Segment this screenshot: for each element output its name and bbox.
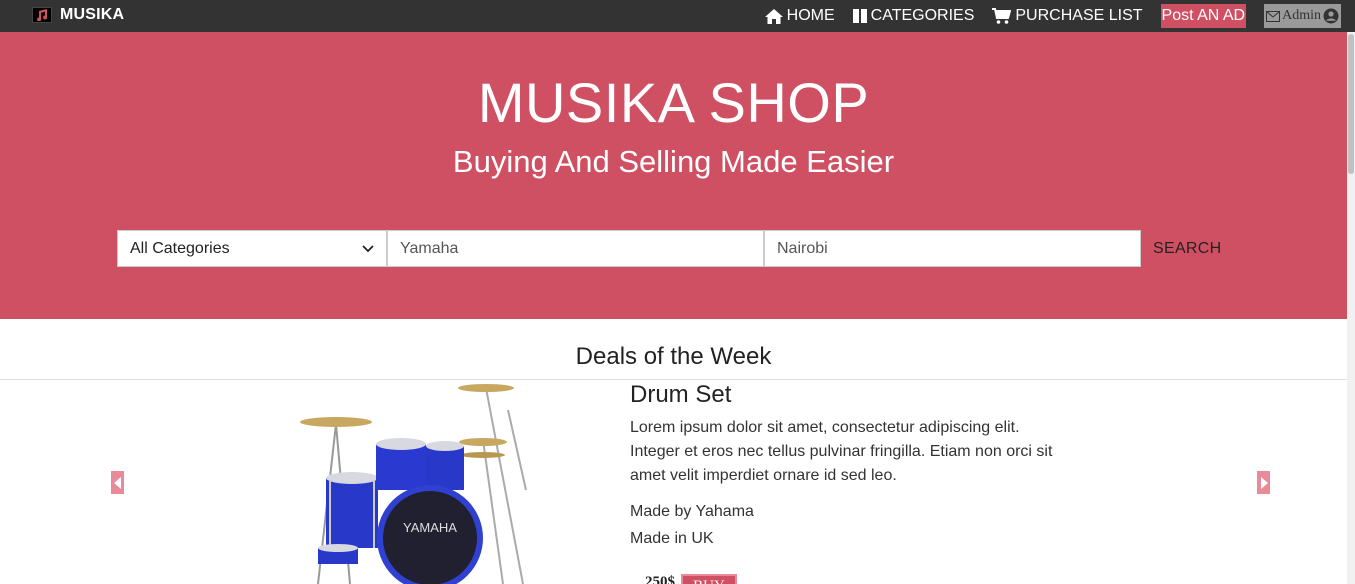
scrollbar-thumb[interactable] <box>1348 34 1354 174</box>
nav-purchase-list[interactable]: PURCHASE LIST <box>992 7 1143 25</box>
product-title: Drum Set <box>630 381 732 408</box>
product-price: 250$ <box>645 574 675 584</box>
home-icon <box>764 8 783 24</box>
columns-icon <box>852 9 867 23</box>
search-button[interactable]: SEARCH <box>1141 230 1233 267</box>
brand-name: MUSIKA <box>60 6 125 23</box>
nav-categories[interactable]: CATEGORIES <box>852 7 975 25</box>
page-scrollbar[interactable] <box>1347 32 1355 584</box>
user-circle-icon <box>1323 8 1339 24</box>
cart-icon <box>992 8 1012 24</box>
product-description: Lorem ipsum dolor sit amet, consectetur … <box>630 419 1053 484</box>
search-bar: All Categories Yamaha Nairobi SEARCH <box>117 230 1233 267</box>
location-input[interactable]: Nairobi <box>764 230 1141 267</box>
product-image-drum-set[interactable]: YAMAHA <box>278 380 540 584</box>
keyword-placeholder: Yamaha <box>400 239 459 257</box>
music-note-icon <box>32 7 52 23</box>
nav-home-label: HOME <box>786 7 835 24</box>
admin-menu[interactable]: Admin <box>1264 4 1341 28</box>
buy-button[interactable]: BUY <box>681 574 737 584</box>
hero-subtitle: Buying And Selling Made Easier <box>452 144 895 179</box>
brand[interactable]: MUSIKA <box>32 6 124 24</box>
hero-title: MUSIKA SHOP <box>477 71 870 134</box>
nav-categories-label: CATEGORIES <box>870 7 975 24</box>
carousel-prev-button[interactable] <box>111 471 124 494</box>
top-navbar: MUSIKA HOME CATEGORIES PURCHASE LIST Pos… <box>0 0 1355 32</box>
carousel-next-button[interactable] <box>1257 471 1270 494</box>
admin-label: Admin <box>1282 8 1321 23</box>
svg-text:YAMAHA: YAMAHA <box>403 520 457 535</box>
nav-purchase-list-label: PURCHASE LIST <box>1015 7 1143 24</box>
location-placeholder: Nairobi <box>777 239 828 257</box>
deals-heading: Deals of the Week <box>575 343 772 370</box>
divider <box>0 379 1347 380</box>
envelope-icon <box>1266 10 1281 22</box>
chevron-right-icon <box>1260 476 1268 489</box>
category-select[interactable]: All Categories <box>117 230 387 267</box>
hero-banner: MUSIKA SHOP Buying And Selling Made Easi… <box>0 32 1347 319</box>
nav-home[interactable]: HOME <box>764 7 835 25</box>
keyword-input[interactable]: Yamaha <box>387 230 764 267</box>
main-nav: HOME CATEGORIES PURCHASE LIST Post AN AD… <box>747 4 1341 28</box>
chevron-left-icon <box>113 476 121 489</box>
chevron-down-icon <box>362 244 374 252</box>
post-ad-button[interactable]: Post AN AD <box>1160 4 1247 28</box>
category-select-value: All Categories <box>130 239 230 257</box>
product-made-in: Made in UK <box>630 530 714 547</box>
product-made-by: Made by Yahama <box>630 503 754 520</box>
